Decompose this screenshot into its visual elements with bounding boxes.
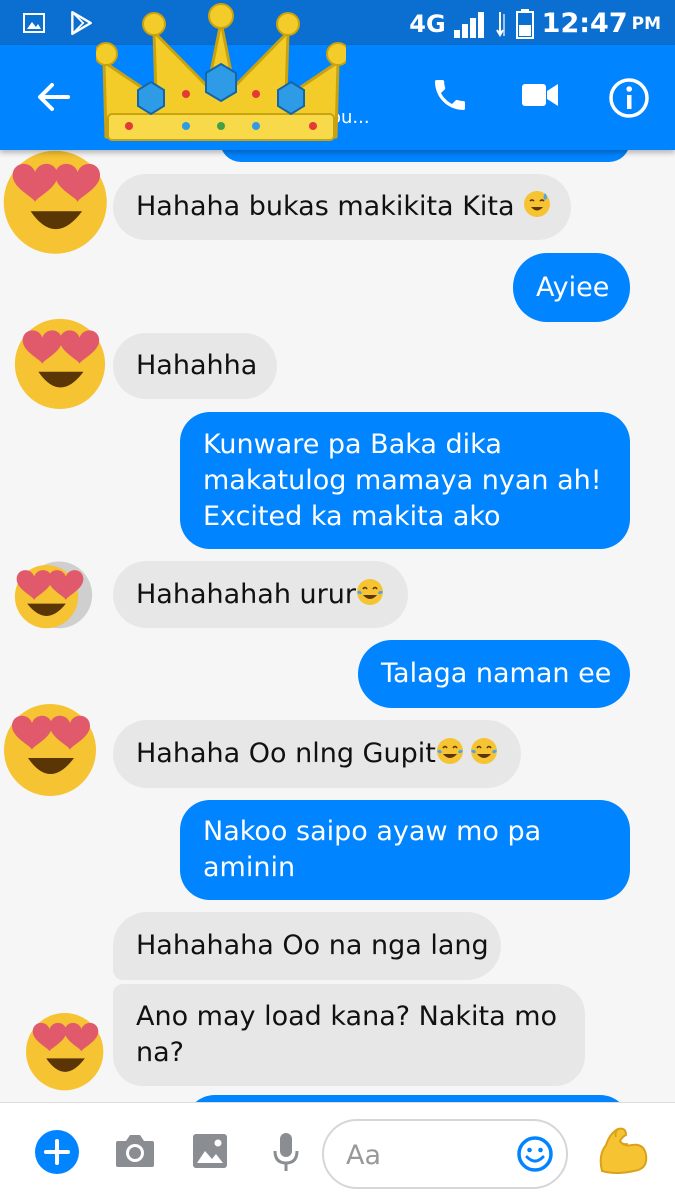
incoming-message[interactable]: Hahahahah urur — [113, 561, 408, 628]
outgoing-message-partial[interactable] — [185, 1095, 630, 1102]
signal-icon — [453, 11, 484, 38]
emoji-smiley-icon[interactable] — [516, 1135, 554, 1173]
plus-icon[interactable] — [34, 1129, 80, 1175]
incoming-message[interactable]: Hahahaha Oo na nga lang — [113, 912, 501, 980]
data-transfer-icon — [495, 11, 505, 37]
outgoing-message[interactable]: Ayiee — [513, 253, 630, 322]
microphone-icon[interactable] — [272, 1131, 300, 1173]
battery-icon — [515, 8, 534, 39]
incoming-message[interactable]: Hahahha — [113, 333, 277, 399]
gallery-icon[interactable] — [192, 1133, 228, 1169]
sweat-smile-emoji — [524, 191, 551, 217]
contact-avatar-heart-eyes — [4, 704, 96, 796]
network-type: 4G — [409, 9, 446, 38]
contact-avatar-heart-eyes — [3, 150, 107, 254]
clock-ampm: PM — [631, 13, 661, 34]
play-store-notification-icon — [71, 10, 92, 36]
incoming-message[interactable]: Hahaha Oo nlng Gupit — [113, 720, 521, 788]
contact-avatar-heart-eyes — [26, 1013, 104, 1091]
contact-avatar-heart-eyes — [14, 561, 93, 629]
tears-of-joy-emoji — [470, 738, 497, 764]
camera-icon[interactable] — [114, 1133, 156, 1169]
incoming-message[interactable]: Hahaha bukas makikita Kita — [113, 174, 571, 240]
phone-call-icon[interactable] — [430, 75, 470, 115]
tears-of-joy-emoji — [356, 578, 383, 605]
clock: 12:47 — [541, 8, 628, 39]
message-input[interactable] — [346, 1133, 506, 1177]
outgoing-message[interactable]: Kunware pa Baka dika makatulog mamaya ny… — [180, 412, 630, 549]
gallery-notification-icon — [23, 13, 45, 33]
outgoing-message-partial[interactable] — [220, 150, 630, 162]
flexed-biceps-icon[interactable] — [596, 1125, 650, 1177]
message-input-box[interactable] — [322, 1119, 568, 1189]
message-list[interactable]: Hahaha bukas makikita Kita Ayiee Hahahha… — [0, 150, 675, 1102]
tears-of-joy-emoji — [436, 738, 463, 764]
outgoing-message[interactable]: Talaga naman ee — [358, 640, 630, 708]
outgoing-message[interactable]: Nakoo saipo ayaw mo pa aminin — [180, 800, 630, 900]
video-call-icon[interactable] — [520, 79, 560, 111]
crown-sticker — [96, 3, 346, 141]
composer-bar — [0, 1102, 675, 1200]
incoming-message[interactable]: Ano may load kana? Nakita mo na? — [113, 984, 585, 1086]
back-arrow-icon[interactable] — [36, 81, 70, 113]
info-icon[interactable] — [608, 77, 650, 119]
contact-avatar-heart-eyes — [14, 318, 106, 410]
